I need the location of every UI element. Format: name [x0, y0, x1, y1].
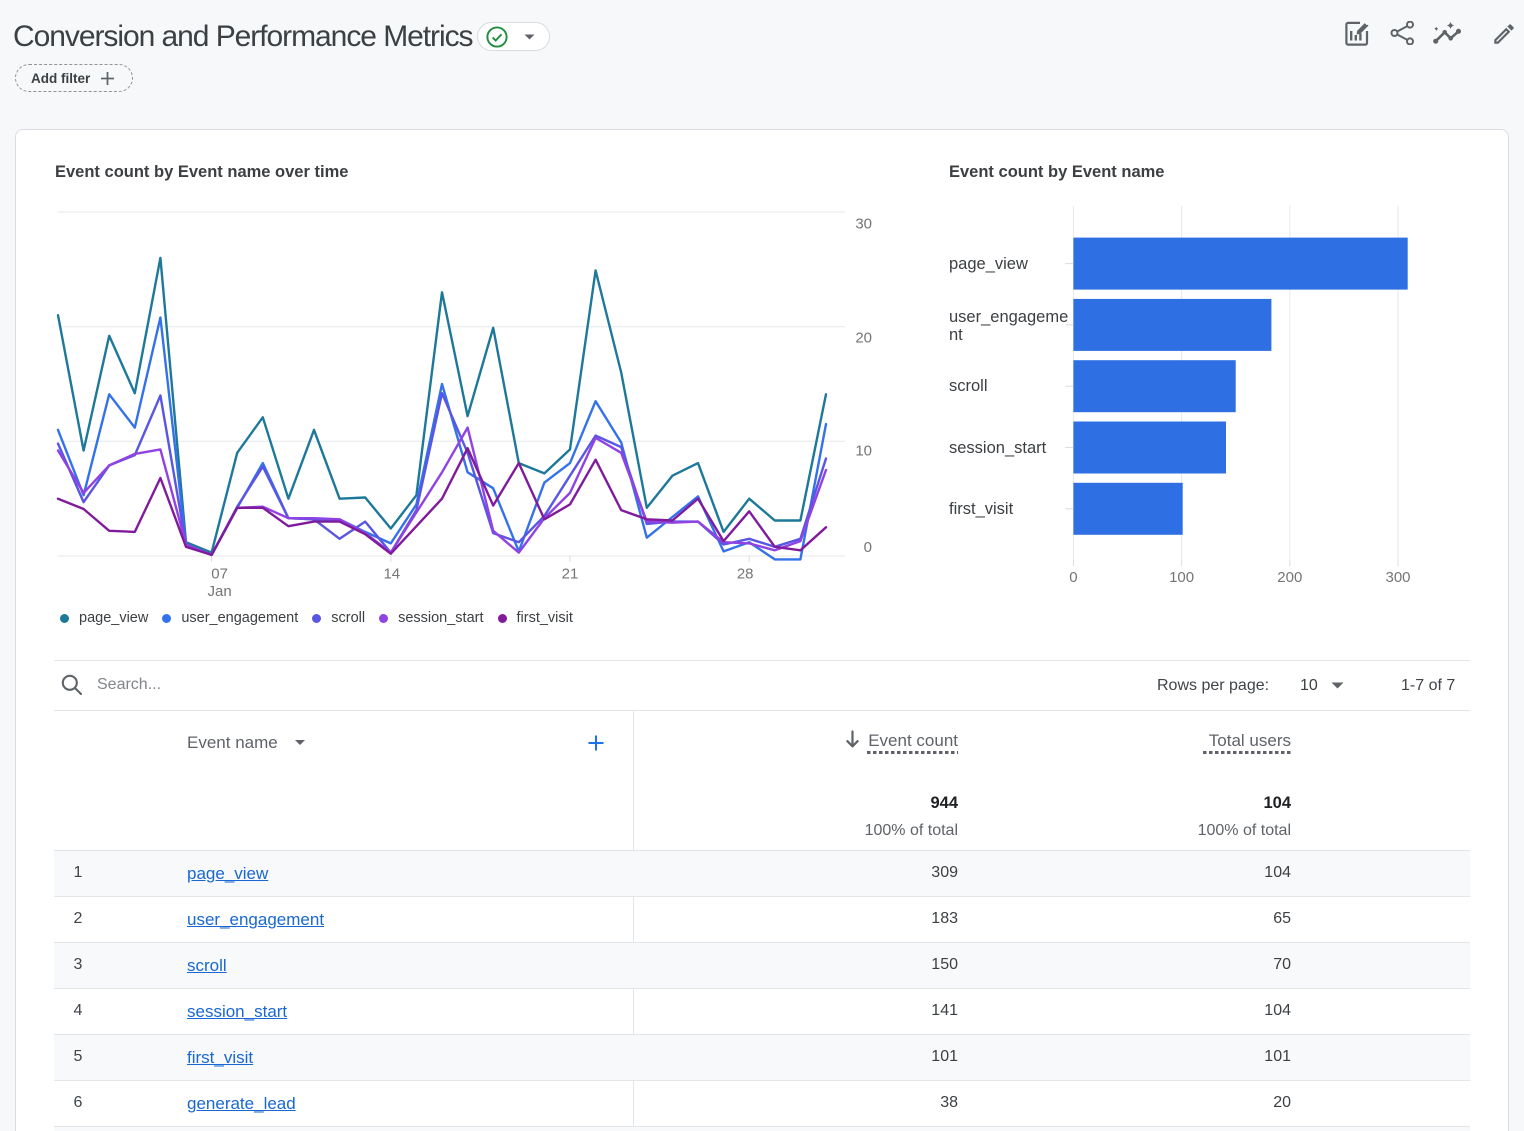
svg-text:07: 07	[211, 566, 228, 583]
svg-text:300: 300	[1385, 569, 1410, 586]
svg-text:0: 0	[1069, 569, 1077, 586]
svg-text:21: 21	[562, 566, 579, 583]
svg-text:0: 0	[864, 539, 872, 556]
svg-text:200: 200	[1277, 569, 1302, 586]
svg-text:28: 28	[737, 566, 754, 583]
svg-text:14: 14	[383, 566, 400, 583]
svg-text:30: 30	[855, 216, 872, 233]
svg-text:100: 100	[1169, 569, 1194, 586]
svg-text:Jan: Jan	[208, 583, 232, 600]
svg-text:20: 20	[855, 330, 872, 347]
svg-text:10: 10	[855, 443, 872, 460]
